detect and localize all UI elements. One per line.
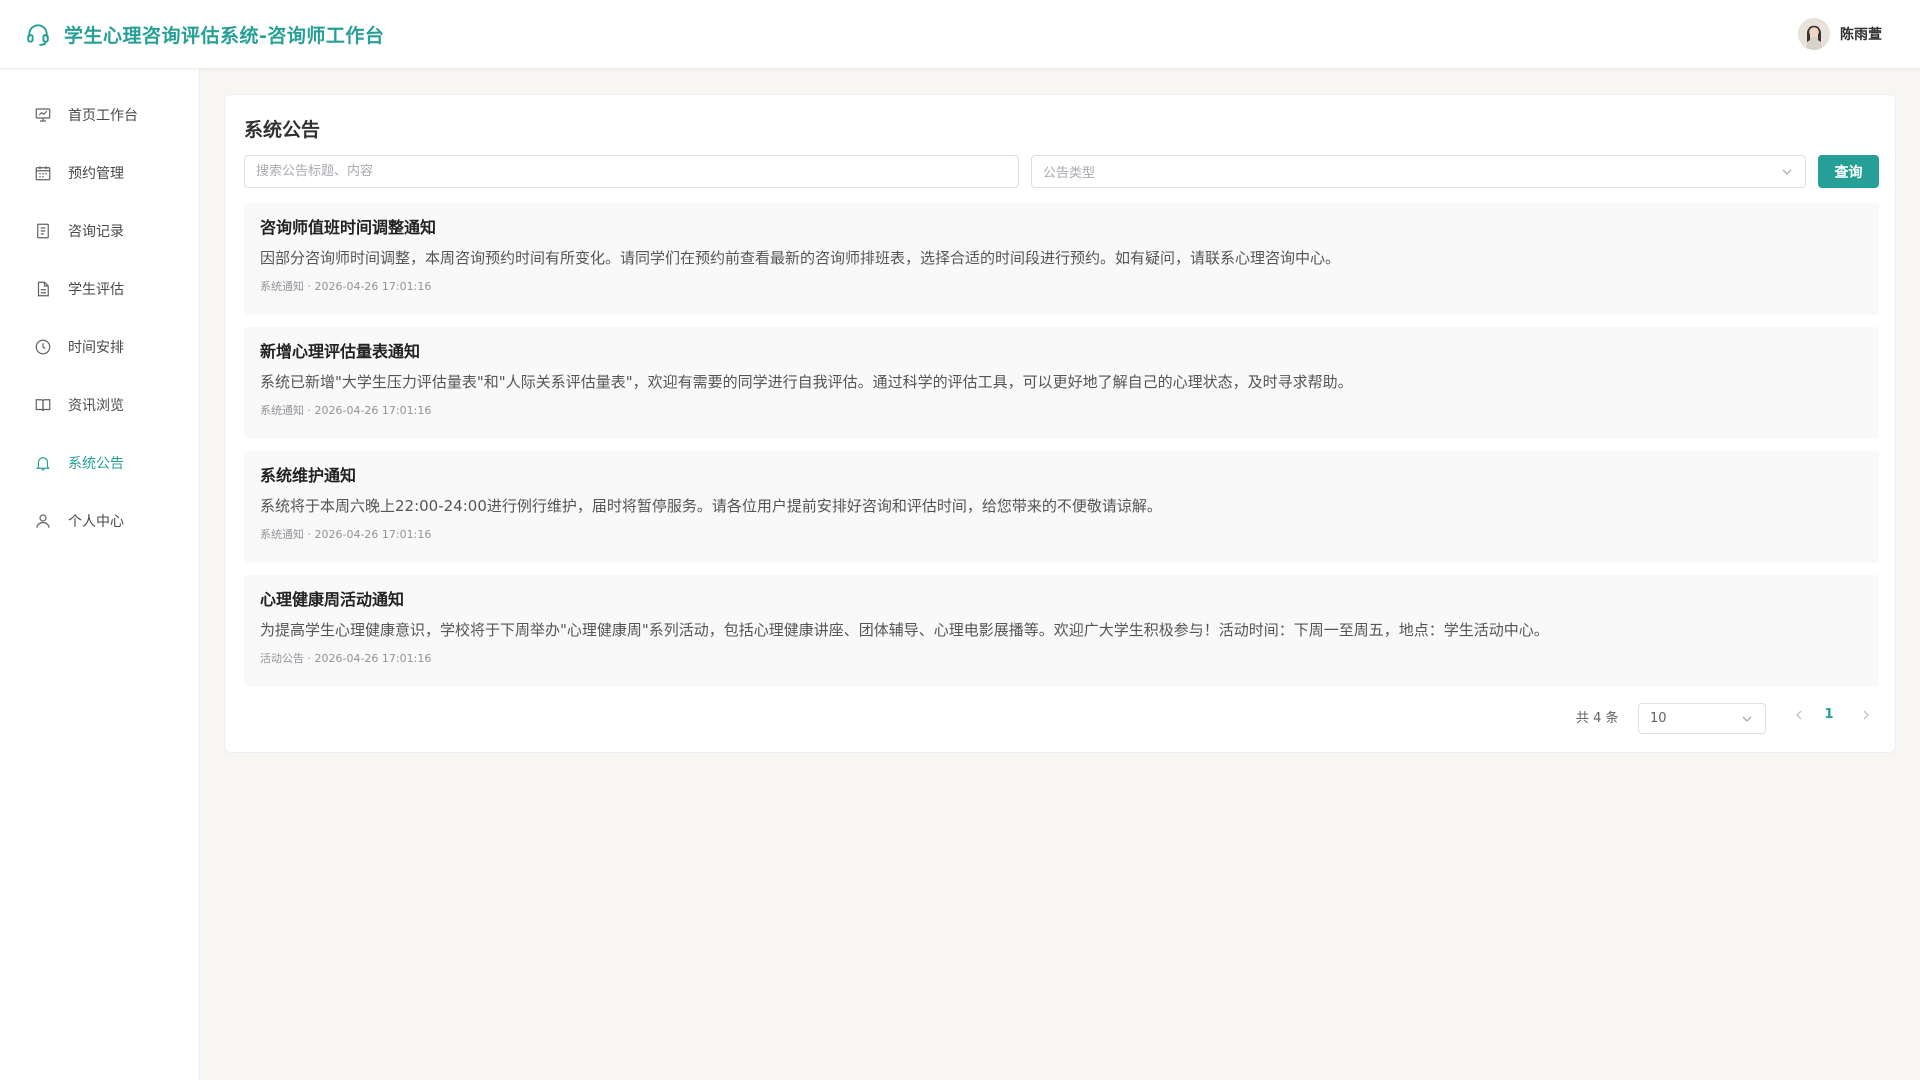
page-number[interactable]: 1 [1821, 707, 1837, 722]
list-item[interactable]: 心理健康周活动通知 为提高学生心理健康意识，学校将于下周举办"心理健康周"系列活… [244, 575, 1879, 687]
sidebar-item-label: 预约管理 [68, 166, 124, 182]
notice-content: 系统将于本周六晚上22:00-24:00进行例行维护，届时将暂停服务。请各位用户… [260, 497, 1162, 515]
page-size-value: 10 [1650, 711, 1667, 726]
notice-meta: 系统通知 · 2026-04-26 17:01:16 [260, 404, 432, 417]
notice-meta: 系统通知 · 2026-04-26 17:01:16 [260, 280, 432, 293]
headset-icon [27, 24, 49, 46]
notice-content: 系统已新增"大学生压力评估量表"和"人际关系评估量表"，欢迎有需要的同学进行自我… [260, 373, 1353, 391]
sidebar-item-records[interactable]: 咨询记录 [0, 202, 199, 260]
sidebar-item-label: 首页工作台 [68, 108, 138, 124]
sidebar-item-label: 资讯浏览 [68, 398, 124, 414]
sidebar-item-assessment[interactable]: 学生评估 [0, 260, 199, 318]
user-icon [36, 514, 50, 528]
sidebar-item-schedule[interactable]: 时间安排 [0, 318, 199, 376]
select-placeholder: 公告类型 [1043, 166, 1096, 181]
sidebar-item-label: 时间安排 [68, 340, 124, 356]
sidebar-item-announcements[interactable]: 系统公告 [0, 434, 199, 492]
search-input[interactable] [244, 155, 1019, 188]
list-item[interactable]: 咨询师值班时间调整通知 因部分咨询师时间调整，本周咨询预约时间有所变化。请同学们… [244, 203, 1879, 315]
sidebar-item-label: 咨询记录 [68, 224, 124, 240]
notice-content: 因部分咨询师时间调整，本周咨询预约时间有所变化。请同学们在预约前查看最新的咨询师… [260, 249, 1341, 267]
user-menu[interactable]: 陈雨萱 [1798, 18, 1882, 50]
notice-title[interactable]: 新增心理评估量表通知 [260, 341, 1863, 363]
brand: 学生心理咨询评估系统-咨询师工作台 [25, 21, 384, 48]
list-item[interactable]: 系统维护通知 系统将于本周六晚上22:00-24:00进行例行维护，届时将暂停服… [244, 451, 1879, 563]
query-button[interactable]: 查询 [1818, 155, 1879, 188]
announcements-panel: 系统公告 公告类型 查询 咨询师值班时间调整通知 因部分咨询师时间调整，本周咨询… [224, 94, 1896, 753]
notice-meta: 活动公告 · 2026-04-26 17:01:16 [260, 652, 432, 665]
sidebar-item-profile[interactable]: 个人中心 [0, 492, 199, 550]
file-text-icon [37, 281, 49, 297]
list-item[interactable]: 新增心理评估量表通知 系统已新增"大学生压力评估量表"和"人际关系评估量表"，欢… [244, 327, 1879, 439]
clock-icon [35, 339, 51, 355]
sidebar-item-label: 系统公告 [68, 456, 124, 472]
notice-title[interactable]: 系统维护通知 [260, 465, 1863, 487]
sidebar-item-appointments[interactable]: 预约管理 [0, 144, 199, 202]
notice-meta: 系统通知 · 2026-04-26 17:01:16 [260, 528, 432, 541]
user-name[interactable]: 陈雨萱 [1840, 24, 1882, 44]
page-size-select[interactable]: 10 [1638, 703, 1766, 734]
app-title: 学生心理咨询评估系统-咨询师工作台 [64, 24, 385, 47]
sidebar-item-label: 个人中心 [68, 514, 124, 530]
pagination-total: 共 4 条 [1576, 711, 1619, 726]
sidebar: 首页工作台 预约管理 咨询记录 学生评估 时间安排 资讯浏览 系统公告 个人中心 [0, 69, 200, 1080]
notice-type-select[interactable]: 公告类型 [1031, 155, 1806, 188]
sidebar-item-home[interactable]: 首页工作台 [0, 86, 199, 144]
dashboard-icon [35, 108, 51, 122]
notice-list: 咨询师值班时间调整通知 因部分咨询师时间调整，本周咨询预约时间有所变化。请同学们… [244, 203, 1879, 699]
bell-icon [36, 457, 50, 471]
chevron-down-icon [1782, 169, 1792, 175]
chevron-down-icon [1742, 716, 1752, 722]
avatar[interactable] [1798, 18, 1830, 50]
notice-title[interactable]: 咨询师值班时间调整通知 [260, 217, 1863, 239]
sidebar-item-label: 学生评估 [68, 282, 124, 298]
notice-content: 为提高学生心理健康意识，学校将于下周举办"心理健康周"系列活动，包括心理健康讲座… [260, 621, 1549, 639]
notice-title[interactable]: 心理健康周活动通知 [260, 589, 1863, 611]
next-page-icon[interactable] [1859, 707, 1873, 723]
page-title: 系统公告 [244, 119, 321, 141]
top-header: 学生心理咨询评估系统-咨询师工作台 陈雨萱 [0, 0, 1920, 69]
book-icon [35, 399, 51, 412]
prev-page-icon[interactable] [1792, 707, 1806, 723]
calendar-icon [35, 166, 51, 181]
document-icon [37, 223, 49, 239]
sidebar-item-news[interactable]: 资讯浏览 [0, 376, 199, 434]
